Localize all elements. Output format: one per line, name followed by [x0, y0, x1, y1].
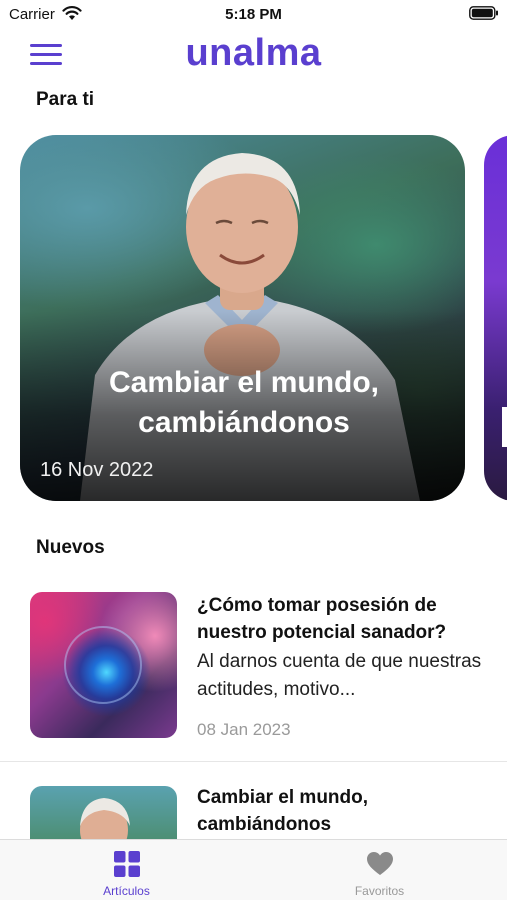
article-title: Cambiar el mundo, cambiándonos — [197, 787, 369, 835]
battery-icon — [469, 6, 498, 20]
featured-date: 16 Nov 2022 — [40, 459, 154, 481]
article-excerpt: Al darnos cuenta de que nuestras actitud… — [197, 651, 482, 700]
tab-bar: Artículos Favoritos — [0, 839, 507, 900]
article-date: 08 Jan 2023 — [197, 720, 291, 739]
featured-title: Cambiar el mundo, cambiándonos — [108, 366, 380, 439]
status-bar: Carrier 5:18 PM — [0, 0, 507, 28]
grid-icon — [113, 851, 140, 877]
tab-label: Artículos — [103, 884, 150, 898]
tab-label: Favoritos — [354, 884, 405, 898]
divider — [0, 761, 507, 762]
tab-favorites[interactable]: Favoritos — [253, 840, 506, 900]
section-title-new: Nuevos — [36, 537, 105, 558]
heart-icon — [366, 852, 393, 875]
featured-card[interactable]: Cambiar el mundo, cambiándonos 16 Nov 20… — [20, 135, 465, 501]
section-title-for-you: Para ti — [36, 89, 95, 110]
app-logo: unalma — [185, 32, 322, 74]
article-title: ¿Cómo tomar posesión de nuestro potencia… — [197, 595, 447, 643]
tab-articles[interactable]: Artículos — [0, 840, 253, 900]
clock: 5:18 PM — [225, 6, 282, 23]
next-featured-card[interactable] — [484, 135, 507, 501]
article-list-item[interactable]: Cambiar el mundo, cambiándonos — [0, 784, 507, 900]
featured-carousel[interactable]: Cambiar el mundo, cambiándonos 16 Nov 20… — [0, 133, 507, 503]
app-header: unalma — [0, 30, 507, 80]
article-list-item[interactable]: ¿Cómo tomar posesión de nuestro potencia… — [0, 590, 507, 760]
article-thumbnail — [30, 592, 177, 738]
